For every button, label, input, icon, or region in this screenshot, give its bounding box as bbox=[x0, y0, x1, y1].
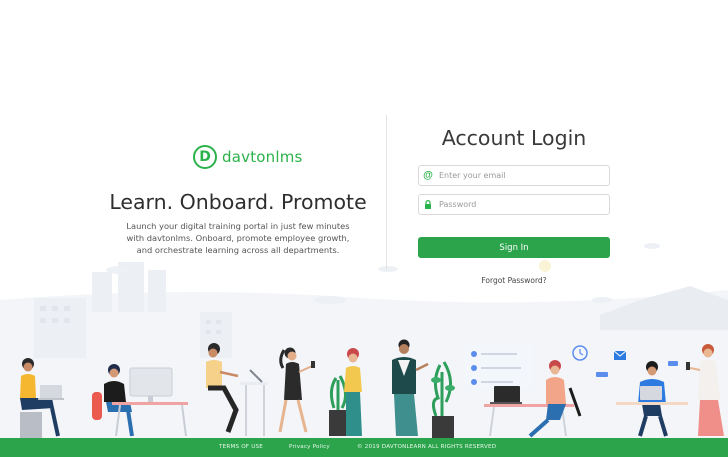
login-title: Account Login bbox=[441, 126, 587, 150]
logo-mark-icon: D bbox=[193, 145, 217, 169]
email-field[interactable]: @ bbox=[418, 165, 610, 186]
password-field[interactable] bbox=[418, 194, 610, 215]
panel-divider bbox=[386, 115, 387, 270]
terms-of-use-link[interactable]: TERMS OF USE bbox=[219, 444, 263, 450]
copyright-text: © 2019 DAVTONLEARN ALL RIGHTS RESERVED bbox=[357, 444, 497, 450]
login-page: D davtonlms Learn. Onboard. Promote Laun… bbox=[0, 0, 728, 457]
email-input[interactable] bbox=[437, 171, 604, 180]
brand-name: davtonlms bbox=[222, 148, 303, 166]
lock-icon bbox=[419, 200, 437, 209]
office-team-illustration bbox=[0, 243, 728, 438]
privacy-policy-link[interactable]: Privacy Policy bbox=[289, 444, 330, 450]
forgot-password-link[interactable]: Forgot Password? bbox=[418, 276, 610, 285]
hero-tagline: Learn. Onboard. Promote bbox=[109, 190, 367, 214]
hero-description: Launch your digital training portal in j… bbox=[126, 221, 350, 255]
brand-logo: D davtonlms bbox=[193, 145, 303, 169]
password-input[interactable] bbox=[437, 200, 604, 209]
at-icon: @ bbox=[423, 170, 433, 181]
footer-bar: TERMS OF USE Privacy Policy © 2019 DAVTO… bbox=[0, 438, 728, 457]
sign-in-button[interactable]: Sign In bbox=[418, 237, 610, 258]
